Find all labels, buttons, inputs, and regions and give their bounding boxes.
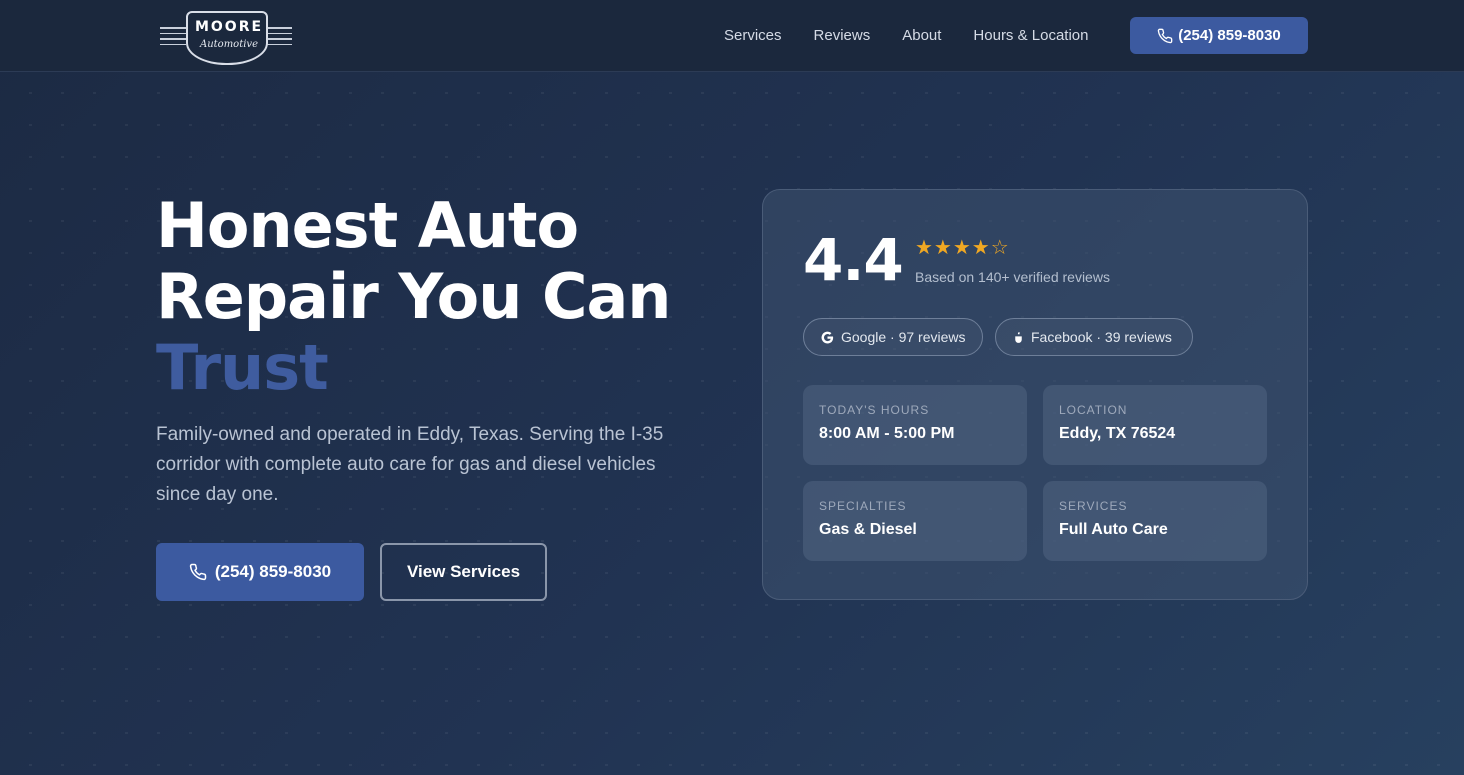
- phone-icon: [189, 563, 207, 581]
- nav-link-hours-location[interactable]: Hours & Location: [973, 27, 1088, 45]
- reviews-count-note: Based on 140+ verified reviews: [915, 269, 1110, 285]
- logo-subname: Automotive: [200, 39, 258, 50]
- hero-call-label: (254) 859-8030: [214, 562, 332, 581]
- google-reviews-pill[interactable]: Google · 97 reviews: [803, 318, 983, 356]
- hero-title-line1: Honest Auto: [156, 189, 579, 262]
- view-services-button[interactable]: View Services: [380, 543, 547, 601]
- hero-call-button[interactable]: (254) 859-8030: [156, 543, 364, 601]
- tile-label: SERVICES: [1059, 499, 1128, 513]
- tile-specialties: SPECIALTIES Gas & Diesel: [803, 481, 1027, 561]
- rating-value: 4.4: [803, 226, 904, 294]
- header-call-label: (254) 859-8030: [1178, 27, 1281, 44]
- hero-subtitle: Family-owned and operated in Eddy, Texas…: [156, 424, 664, 505]
- nav-link-services[interactable]: Services: [724, 27, 782, 45]
- logo-name: MOORE: [194, 19, 264, 35]
- header-call-button[interactable]: (254) 859-8030: [1130, 17, 1308, 54]
- main-nav: Services Reviews About Hours & Location: [724, 27, 1121, 45]
- brand-logo[interactable]: MOORE Automotive: [158, 9, 294, 67]
- facebook-reviews-pill[interactable]: Facebook · 39 reviews: [995, 318, 1193, 356]
- nav-link-about[interactable]: About: [902, 27, 941, 45]
- star-rating: ★★★★☆: [915, 235, 1010, 260]
- site-header: MOORE Automotive Services Reviews About …: [0, 0, 1464, 72]
- star-empty: ☆: [990, 237, 1010, 259]
- hero-title-line2: Repair You Can: [156, 260, 671, 333]
- nav-link-reviews[interactable]: Reviews: [814, 27, 871, 45]
- google-icon: [821, 331, 834, 343]
- tile-value: Full Auto Care: [1059, 521, 1168, 538]
- tile-location: LOCATION Eddy, TX 76524: [1043, 385, 1267, 465]
- stars-filled: ★★★★: [915, 237, 991, 259]
- facebook-icon: [1015, 331, 1022, 343]
- logo-badge: MOORE Automotive: [186, 11, 268, 65]
- hero-title: Honest Auto Repair You Can Trust: [156, 190, 716, 403]
- tile-label: TODAY'S HOURS: [819, 403, 930, 417]
- hero-title-accent: Trust: [156, 331, 329, 404]
- tile-value: Eddy, TX 76524: [1059, 425, 1176, 442]
- tile-value: Gas & Diesel: [819, 521, 917, 538]
- tile-label: LOCATION: [1059, 403, 1128, 417]
- phone-icon: [1157, 28, 1173, 43]
- tile-services: SERVICES Full Auto Care: [1043, 481, 1267, 561]
- tile-label: SPECIALTIES: [819, 499, 907, 513]
- google-reviews-label: Google · 97 reviews: [841, 329, 966, 345]
- facebook-reviews-label: Facebook · 39 reviews: [1031, 329, 1172, 345]
- reviews-info-card: 4.4 ★★★★☆ Based on 140+ verified reviews…: [762, 189, 1308, 600]
- tile-value: 8:00 AM - 5:00 PM: [819, 425, 955, 442]
- logo-lines-left: [160, 27, 186, 47]
- tile-todays-hours: TODAY'S HOURS 8:00 AM - 5:00 PM: [803, 385, 1027, 465]
